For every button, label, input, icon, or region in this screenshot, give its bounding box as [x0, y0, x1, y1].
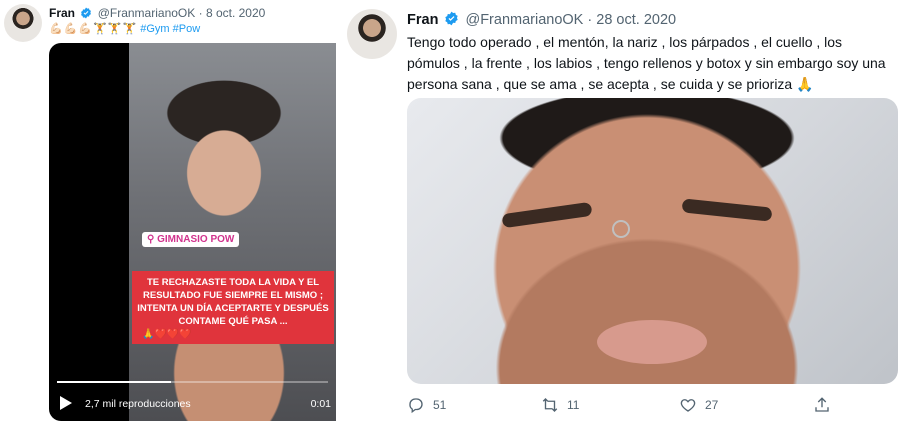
- video-player[interactable]: ⚲ GIMNASIO POW TE RECHAZASTE TODA LA VID…: [49, 43, 336, 421]
- tweet-text: 💪🏻💪🏻💪🏻🏋🏋🏋 #Gym #Pow: [49, 22, 200, 35]
- hashtags[interactable]: #Gym #Pow: [140, 23, 200, 35]
- author-handle[interactable]: @FranmarianoOK: [465, 12, 583, 28]
- tweet-text: Tengo todo operado , el mentón, la nariz…: [407, 32, 897, 95]
- reply-count: 51: [433, 398, 447, 412]
- share-button[interactable]: [813, 396, 831, 414]
- video-caption-emoji: 🙏❤️❤️❤️: [142, 329, 192, 340]
- tweet-date[interactable]: 28 oct. 2020: [596, 12, 676, 28]
- video-progress-bar[interactable]: [57, 381, 328, 383]
- author-name[interactable]: Fran: [49, 6, 75, 20]
- tweet-emoji: 🙏: [796, 76, 814, 92]
- tweet-date[interactable]: 8 oct. 2020: [206, 6, 265, 20]
- like-count: 27: [705, 398, 719, 412]
- photo-detail: [612, 220, 630, 238]
- video-caption: TE RECHAZASTE TODA LA VIDA Y EL RESULTAD…: [132, 271, 334, 344]
- like-button[interactable]: 27: [679, 396, 718, 414]
- video-caption-text: TE RECHAZASTE TODA LA VIDA Y EL RESULTAD…: [137, 277, 329, 327]
- retweet-icon: [542, 398, 558, 412]
- video-timestamp: 0:01: [310, 398, 331, 410]
- separator: ·: [587, 12, 593, 28]
- avatar[interactable]: [347, 9, 397, 59]
- tweet-header: Fran @FranmarianoOK · 8 oct. 2020: [49, 6, 265, 20]
- tweet-actions: 51 11 27: [407, 396, 897, 416]
- left-tweet[interactable]: Fran @FranmarianoOK · 8 oct. 2020 💪🏻💪🏻💪🏻…: [0, 0, 336, 426]
- tweet-photo[interactable]: [407, 98, 898, 384]
- photo-detail: [681, 198, 773, 222]
- reply-icon: [409, 398, 423, 414]
- photo-detail: [501, 201, 593, 229]
- separator: ·: [198, 6, 203, 20]
- author-handle[interactable]: @FranmarianoOK: [98, 6, 196, 20]
- share-icon: [815, 397, 829, 412]
- view-count: 2,7 mil reproducciones: [85, 398, 191, 410]
- emoji-line: 💪🏻💪🏻💪🏻🏋🏋🏋: [49, 23, 138, 35]
- play-icon[interactable]: [59, 395, 73, 411]
- retweet-count: 11: [567, 398, 580, 412]
- author-name[interactable]: Fran: [407, 12, 438, 28]
- photo-detail: [597, 320, 707, 364]
- retweet-button[interactable]: 11: [541, 396, 579, 414]
- location-tag-label: GIMNASIO POW: [157, 234, 235, 245]
- avatar[interactable]: [4, 4, 42, 42]
- reply-button[interactable]: 51: [407, 396, 446, 414]
- tweet-header: Fran @FranmarianoOK · 28 oct. 2020: [407, 11, 676, 28]
- right-tweet[interactable]: Fran @FranmarianoOK · 28 oct. 2020 Tengo…: [340, 0, 900, 426]
- location-pin-icon: ⚲: [147, 234, 155, 245]
- verified-badge-icon: [445, 11, 459, 26]
- location-tag: ⚲ GIMNASIO POW: [142, 232, 240, 247]
- like-icon: [680, 399, 696, 412]
- video-progress-fill: [57, 381, 171, 383]
- verified-badge-icon: [81, 7, 92, 19]
